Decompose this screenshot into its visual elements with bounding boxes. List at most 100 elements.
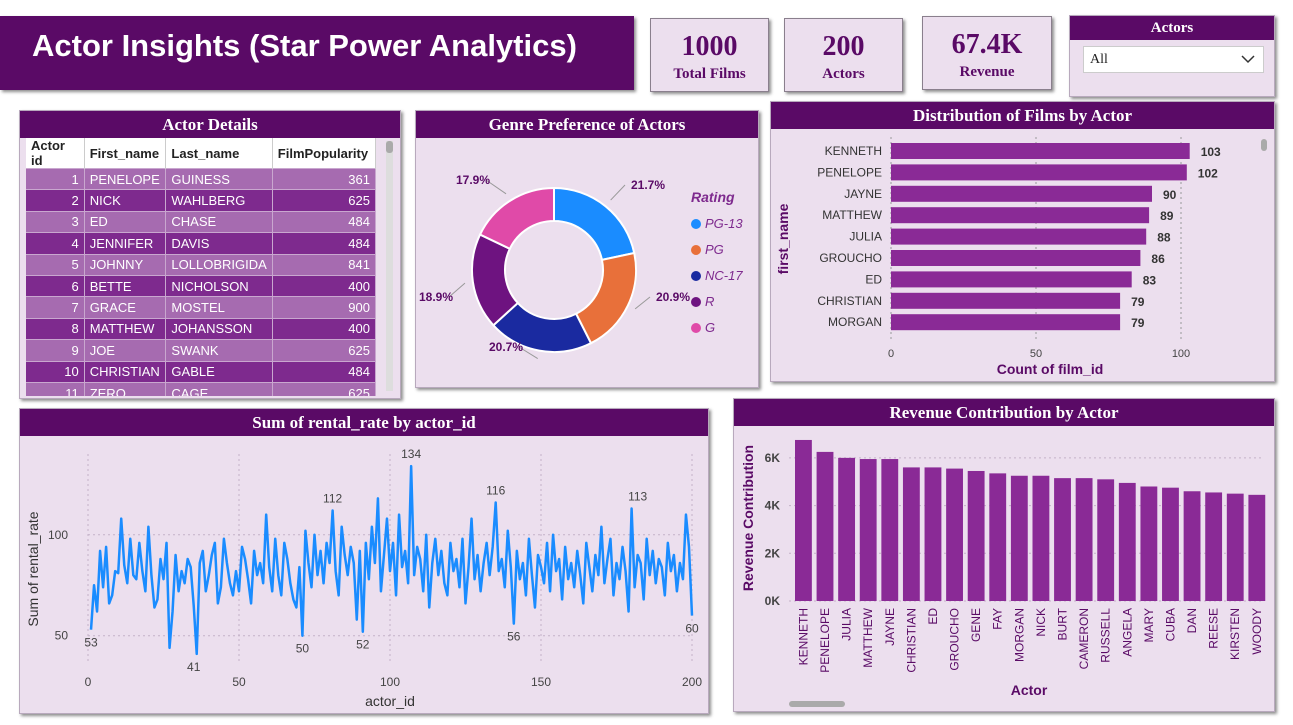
bar[interactable] [1097,479,1115,601]
table-row[interactable]: 6 BETTE NICHOLSON 400 [26,274,376,297]
donut-slice-pg-13[interactable] [553,186,636,262]
column-header-last-name[interactable]: Last_name [165,138,273,169]
x-axis-title: actor_id [365,693,415,709]
data-label: 86 [1151,252,1165,266]
table-row[interactable]: 9 JOE SWANK 625 [26,339,376,362]
films-by-actor-panel: Distribution of Films by Actor 0 50 100 KEN… [770,101,1275,382]
bar[interactable] [891,207,1150,224]
table-row[interactable]: 5 JOHNNY LOLLOBRIGIDA 841 [26,253,376,276]
chart-scrollbar-thumb[interactable] [1261,139,1267,151]
bar[interactable] [1162,487,1179,601]
bar[interactable] [1205,492,1223,601]
data-label: 134 [401,447,421,461]
actors-slicer: Actors All [1069,15,1275,97]
x-tick-label: WOODY [1250,608,1264,655]
kpi-total-films: 1000 Total Films [650,18,769,92]
bar[interactable] [1032,475,1050,601]
cell-film-popularity: 625 [272,189,376,212]
y-tick-label: JULIA [849,230,882,244]
cell-last-name: JOHANSSON [165,317,273,340]
table-row[interactable]: 8 MATTHEW JOHANSSON 400 [26,317,376,340]
column-header-film-popularity[interactable]: FilmPopularity [272,138,376,169]
cell-actor-id: 11 [26,381,85,396]
bar[interactable] [816,451,834,601]
actor-details-table-wrap: Actor id First_name Last_name FilmPopula… [26,138,376,396]
x-tick-label: KIRSTEN [1228,608,1242,660]
bar[interactable] [795,439,812,601]
column-header-actor-id[interactable]: Actor id [26,138,85,169]
bar[interactable] [989,473,1007,601]
bar[interactable] [1248,494,1266,601]
bar[interactable] [891,250,1141,266]
bar[interactable] [891,292,1121,309]
bar[interactable] [946,468,963,601]
cell-first-name: JOE [84,339,167,362]
y-tick-label: 50 [55,629,69,643]
x-tick-label: CUBA [1163,608,1177,641]
bar[interactable] [1183,491,1201,601]
revenue-contribution-panel: Revenue Contribution by Actor 0K 2K 4K 6K KE… [733,398,1275,712]
bar[interactable] [838,457,856,601]
table-row[interactable]: 10 CHRISTIAN GABLE 484 [26,360,376,383]
data-label: 41 [187,660,201,674]
chart-scrollbar-thumb[interactable] [789,701,845,707]
table-scrollbar-thumb[interactable] [386,141,393,153]
bar[interactable] [1226,493,1244,601]
kpi-revenue-value: 67.4K [951,29,1023,60]
bar[interactable] [1075,478,1093,601]
bar[interactable] [1010,475,1028,601]
bar[interactable] [891,164,1187,181]
table-row[interactable]: 4 JENNIFER DAVIS 484 [26,232,376,255]
bar[interactable] [891,228,1147,245]
x-tick-label: MATTHEW [861,607,875,667]
bar[interactable] [1054,478,1071,601]
x-tick-label: 50 [232,675,246,689]
bar[interactable] [967,470,985,601]
series-line[interactable] [89,464,694,656]
actors-slicer-title: Actors [1070,16,1274,40]
table-row[interactable]: 11 ZERO CAGE 625 [26,381,376,396]
bar[interactable] [1118,482,1136,601]
legend-label-r[interactable]: R [705,294,714,309]
data-label: 112 [323,492,342,506]
table-row[interactable]: 1 PENELOPE GUINESS 361 [26,167,376,190]
data-label: 116 [486,483,505,497]
bar[interactable] [891,185,1152,202]
table-row[interactable]: 2 NICK WAHLBERG 625 [26,189,376,212]
bar[interactable] [1140,486,1158,601]
actor-details-title: Actor Details [20,111,400,138]
donut-value-label: 20.9% [656,290,690,304]
legend-marker [691,219,701,229]
bar[interactable] [902,467,920,601]
bar[interactable] [881,459,899,601]
cell-last-name: MOSTEL [165,296,273,319]
cell-first-name: MATTHEW [84,317,167,340]
x-tick-label: CAMERON [1077,608,1091,669]
legend-label-nc-17[interactable]: NC-17 [705,268,743,283]
x-tick-label: JAYNE [883,608,897,646]
bar[interactable] [924,467,942,601]
bar[interactable] [891,143,1190,159]
table-row[interactable]: 7 GRACE MOSTEL 900 [26,296,376,319]
actors-slicer-selected: All [1090,52,1108,67]
cell-film-popularity: 484 [272,210,376,233]
x-tick-label: BURT [1056,607,1070,640]
cell-first-name: NICK [84,189,167,212]
legend-marker [691,323,701,333]
bar[interactable] [891,314,1121,331]
column-header-first-name[interactable]: First_name [84,138,167,169]
legend-label-pg[interactable]: PG [705,242,724,257]
actors-slicer-dropdown[interactable]: All [1083,46,1264,73]
legend-label-pg-13[interactable]: PG-13 [705,216,743,231]
donut-slice-g[interactable] [478,186,555,251]
cell-first-name: PENELOPE [84,167,167,190]
cell-film-popularity: 625 [272,381,376,396]
table-row[interactable]: 3 ED CHASE 484 [26,210,376,233]
bar[interactable] [859,459,877,601]
table-scrollbar-track[interactable] [386,141,393,391]
data-label: 60 [685,622,699,636]
y-tick-label: MATTHEW [822,208,882,222]
legend-label-g[interactable]: G [705,320,715,335]
bar[interactable] [891,271,1132,288]
donut-value-label: 20.7% [489,340,523,354]
